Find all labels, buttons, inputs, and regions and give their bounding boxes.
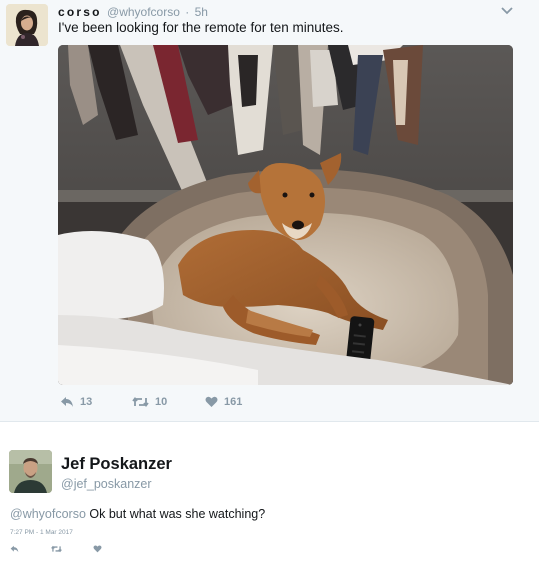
retweet-button[interactable]: 10 xyxy=(132,396,167,408)
heart-icon[interactable] xyxy=(93,545,102,553)
heart-icon xyxy=(205,396,218,407)
reply-tweet[interactable]: Jef Poskanzer @jef_poskanzer @whyofcorso… xyxy=(0,423,539,569)
tweet-time[interactable]: 5h xyxy=(195,5,208,19)
reply-display-name[interactable]: Jef Poskanzer xyxy=(61,455,172,474)
profile-photo-woman-icon xyxy=(6,4,48,46)
like-count: 161 xyxy=(224,396,243,408)
reply-count: 13 xyxy=(80,396,93,408)
display-name[interactable]: corso xyxy=(58,5,102,19)
reply-button[interactable]: 13 xyxy=(60,396,92,408)
dog-on-bed-photo-icon xyxy=(58,45,513,385)
tweet-text: I've been looking for the remote for ten… xyxy=(58,20,344,35)
separator-dot: · xyxy=(185,5,190,19)
retweet-count: 10 xyxy=(155,396,168,408)
avatar[interactable] xyxy=(6,4,48,46)
like-button[interactable]: 161 xyxy=(205,396,242,408)
chevron-down-icon[interactable] xyxy=(500,6,514,16)
reply-avatar[interactable] xyxy=(9,450,52,493)
reply-icon[interactable] xyxy=(10,545,19,553)
reply-timestamp[interactable]: 7:27 PM - 1 Mar 2017 xyxy=(10,529,73,536)
reply-user-handle[interactable]: @jef_poskanzer xyxy=(61,477,152,491)
reply-text: @whyofcorso Ok but what was she watching… xyxy=(10,507,265,521)
retweet-icon[interactable] xyxy=(51,545,62,553)
reply-body: Ok but what was she watching? xyxy=(89,507,266,521)
user-handle[interactable]: @whyofcorso xyxy=(107,5,180,19)
original-tweet[interactable]: corso @whyofcorso · 5h I've been looking… xyxy=(0,0,539,422)
tweet-header: corso @whyofcorso · 5h xyxy=(58,5,208,19)
tweet-photo[interactable] xyxy=(58,45,513,385)
reply-icon xyxy=(61,397,73,407)
retweet-icon xyxy=(132,397,149,407)
profile-photo-man-icon xyxy=(9,450,52,493)
mention-link[interactable]: @whyofcorso xyxy=(10,507,86,521)
